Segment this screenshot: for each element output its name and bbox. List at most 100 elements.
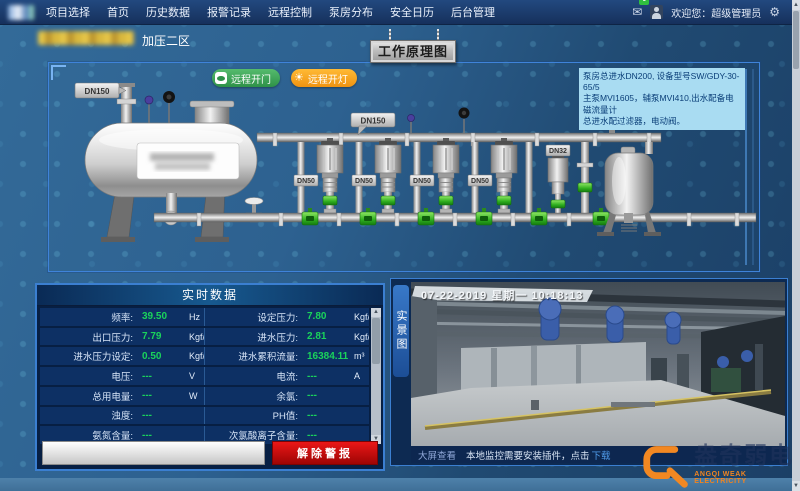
realtime-title: 实时数据 [37, 285, 383, 306]
device-info-box: 泵房总进水DN200, 设备型号SW/GDY-30-65/5 主泵MVI1605… [579, 68, 745, 130]
light-bulb-icon: ☀ [294, 72, 304, 84]
nav-item-project-select[interactable]: 项目选择 [46, 4, 90, 20]
camera-timestamp: 07-22-2019 星期一 10:18:13 [421, 287, 583, 303]
param-value: 0.50 [133, 351, 189, 362]
tab-live-view[interactable]: 实景图 [393, 285, 409, 377]
param-unit: A [354, 371, 360, 381]
param-value: 7.79 [133, 331, 189, 342]
svg-text:DN32: DN32 [549, 148, 567, 155]
param-label: 电流: [205, 369, 298, 383]
scroll-up-icon[interactable]: ▲ [792, 0, 800, 10]
alarm-bar: 解除警报 [42, 441, 378, 465]
footer-bar [0, 478, 800, 491]
param-value: --- [298, 410, 354, 421]
svg-text:DN150: DN150 [85, 87, 110, 96]
mail-icon: ✉ [632, 5, 642, 19]
param-unit: Kgf/cm² [189, 351, 204, 361]
panel-corner-accent [52, 66, 66, 80]
download-link[interactable]: 下载 [592, 448, 611, 462]
remote-door-label: 远程开门 [231, 71, 271, 86]
remote-light-label: 远程开灯 [308, 71, 348, 86]
nav-menu: 项目选择 首页 历史数据 报警记录 远程控制 泵房分布 安全日历 后台管理 [46, 4, 495, 20]
table-row: 出口压力:7.79Kgf/cm² 进水压力:2.81Kgf/cm² [40, 328, 369, 346]
nav-item-alarm-log[interactable]: 报警记录 [207, 4, 251, 20]
company-logo [8, 5, 34, 20]
svg-text:DN50: DN50 [413, 178, 431, 185]
header-size-tag: DN150 [351, 113, 395, 135]
scroll-down-icon[interactable]: ▼ [792, 481, 800, 491]
param-label: 总用电量: [40, 389, 133, 403]
pump-3 [433, 138, 459, 213]
welcome-text: 欢迎您：超级管理员 [671, 5, 761, 20]
param-unit: V [189, 371, 195, 381]
tank-manhole [195, 105, 229, 125]
page-scrollbar[interactable]: ▲ ▼ [792, 0, 800, 491]
pump-4 [491, 138, 517, 213]
svg-text:DN50: DN50 [297, 178, 315, 185]
nav-item-station-map[interactable]: 泵房分布 [329, 4, 373, 20]
aux-pump [548, 155, 568, 213]
param-unit: Kgf/cm² [354, 332, 369, 342]
nav-item-safety-calendar[interactable]: 安全日历 [390, 4, 434, 20]
param-value: --- [298, 390, 354, 401]
inlet-size-tag: DN150 [75, 83, 126, 98]
param-label: 频率: [40, 310, 133, 324]
top-navigation: 项目选择 首页 历史数据 报警记录 远程控制 泵房分布 安全日历 后台管理 ✉ … [0, 0, 800, 25]
param-label: 出口压力: [40, 330, 133, 344]
messages-button[interactable]: ✉ 0 [632, 3, 642, 21]
param-label: 余氯: [205, 389, 298, 403]
pump-1 [317, 138, 343, 213]
tank-gauge-purple [145, 96, 153, 104]
param-value: --- [133, 390, 189, 401]
plugin-hint-text: 本地监控需要安装插件，点击 [466, 448, 590, 462]
camera-caption-bar: 大屏查看 本地监控需要安装插件，点击 下载 [411, 446, 785, 463]
nav-item-remote-control[interactable]: 远程控制 [268, 4, 312, 20]
device-info-line2: 主泵MVI1605，辅泵MVI410,出水配备电磁流量计 [583, 93, 741, 115]
param-label: 设定压力: [205, 310, 298, 324]
table-row: 频率:39.50Hz 设定压力:7.80Kgf/cm² [40, 308, 369, 326]
table-row: 进水压力设定:0.50Kgf/cm² 进水累积流量:16384.11m³ [40, 347, 369, 365]
table-scrollbar[interactable]: ▲ ▼ [371, 308, 381, 444]
param-unit: Kgf/cm² [189, 332, 204, 342]
avatar[interactable] [650, 5, 663, 19]
camera-panel: 实景图 [390, 278, 788, 466]
svg-text:DN50: DN50 [355, 178, 373, 185]
svg-text:DN150: DN150 [361, 117, 386, 126]
clear-alarm-button[interactable]: 解除警报 [272, 441, 378, 465]
param-value: --- [298, 371, 354, 382]
param-value: --- [298, 430, 354, 441]
scroll-up-icon[interactable]: ▲ [371, 308, 381, 317]
param-value: 7.80 [298, 311, 354, 322]
header-gauges [408, 108, 470, 134]
project-name-redacted [38, 31, 134, 45]
process-diagram-panel: DN150 [48, 62, 760, 272]
param-value: 16384.11 [298, 351, 354, 362]
camera-video-frame: 07-22-2019 星期一 10:18:13 [411, 282, 785, 446]
principle-diagram-sign: 工作原理图 [370, 40, 456, 63]
param-label: 电压: [40, 369, 133, 383]
nav-item-history[interactable]: 历史数据 [146, 4, 190, 20]
door-icon [215, 72, 227, 84]
nav-item-home[interactable]: 首页 [107, 4, 129, 20]
svg-text:DN50: DN50 [471, 178, 489, 185]
param-label: 浊度: [40, 408, 133, 422]
param-label: 进水累积流量: [205, 349, 298, 363]
param-label: PH值: [205, 408, 298, 422]
zone-label: 加压二区 [142, 32, 190, 49]
device-info-line3: 总进水配过滤器，电动阀。 [583, 116, 741, 127]
scroll-thumb[interactable] [793, 11, 799, 69]
nav-item-admin[interactable]: 后台管理 [451, 4, 495, 20]
manifold-pipe [154, 213, 756, 226]
alarm-message-box [42, 441, 265, 465]
param-value: --- [133, 371, 189, 382]
scroll-thumb[interactable] [372, 318, 380, 364]
remote-door-button[interactable]: 远程开门 [212, 69, 280, 87]
table-row: 总用电量:---W 余氯:--- [40, 387, 369, 405]
gear-icon[interactable]: ⚙ [769, 5, 780, 19]
param-unit: Hz [189, 312, 200, 322]
table-row: 浊度:--- PH值:--- [40, 407, 369, 425]
remote-light-button[interactable]: ☀ 远程开灯 [291, 69, 357, 87]
param-unit: Kgf/cm² [354, 312, 369, 322]
pump-2 [375, 138, 401, 213]
fullscreen-view-link[interactable]: 大屏查看 [418, 448, 456, 462]
